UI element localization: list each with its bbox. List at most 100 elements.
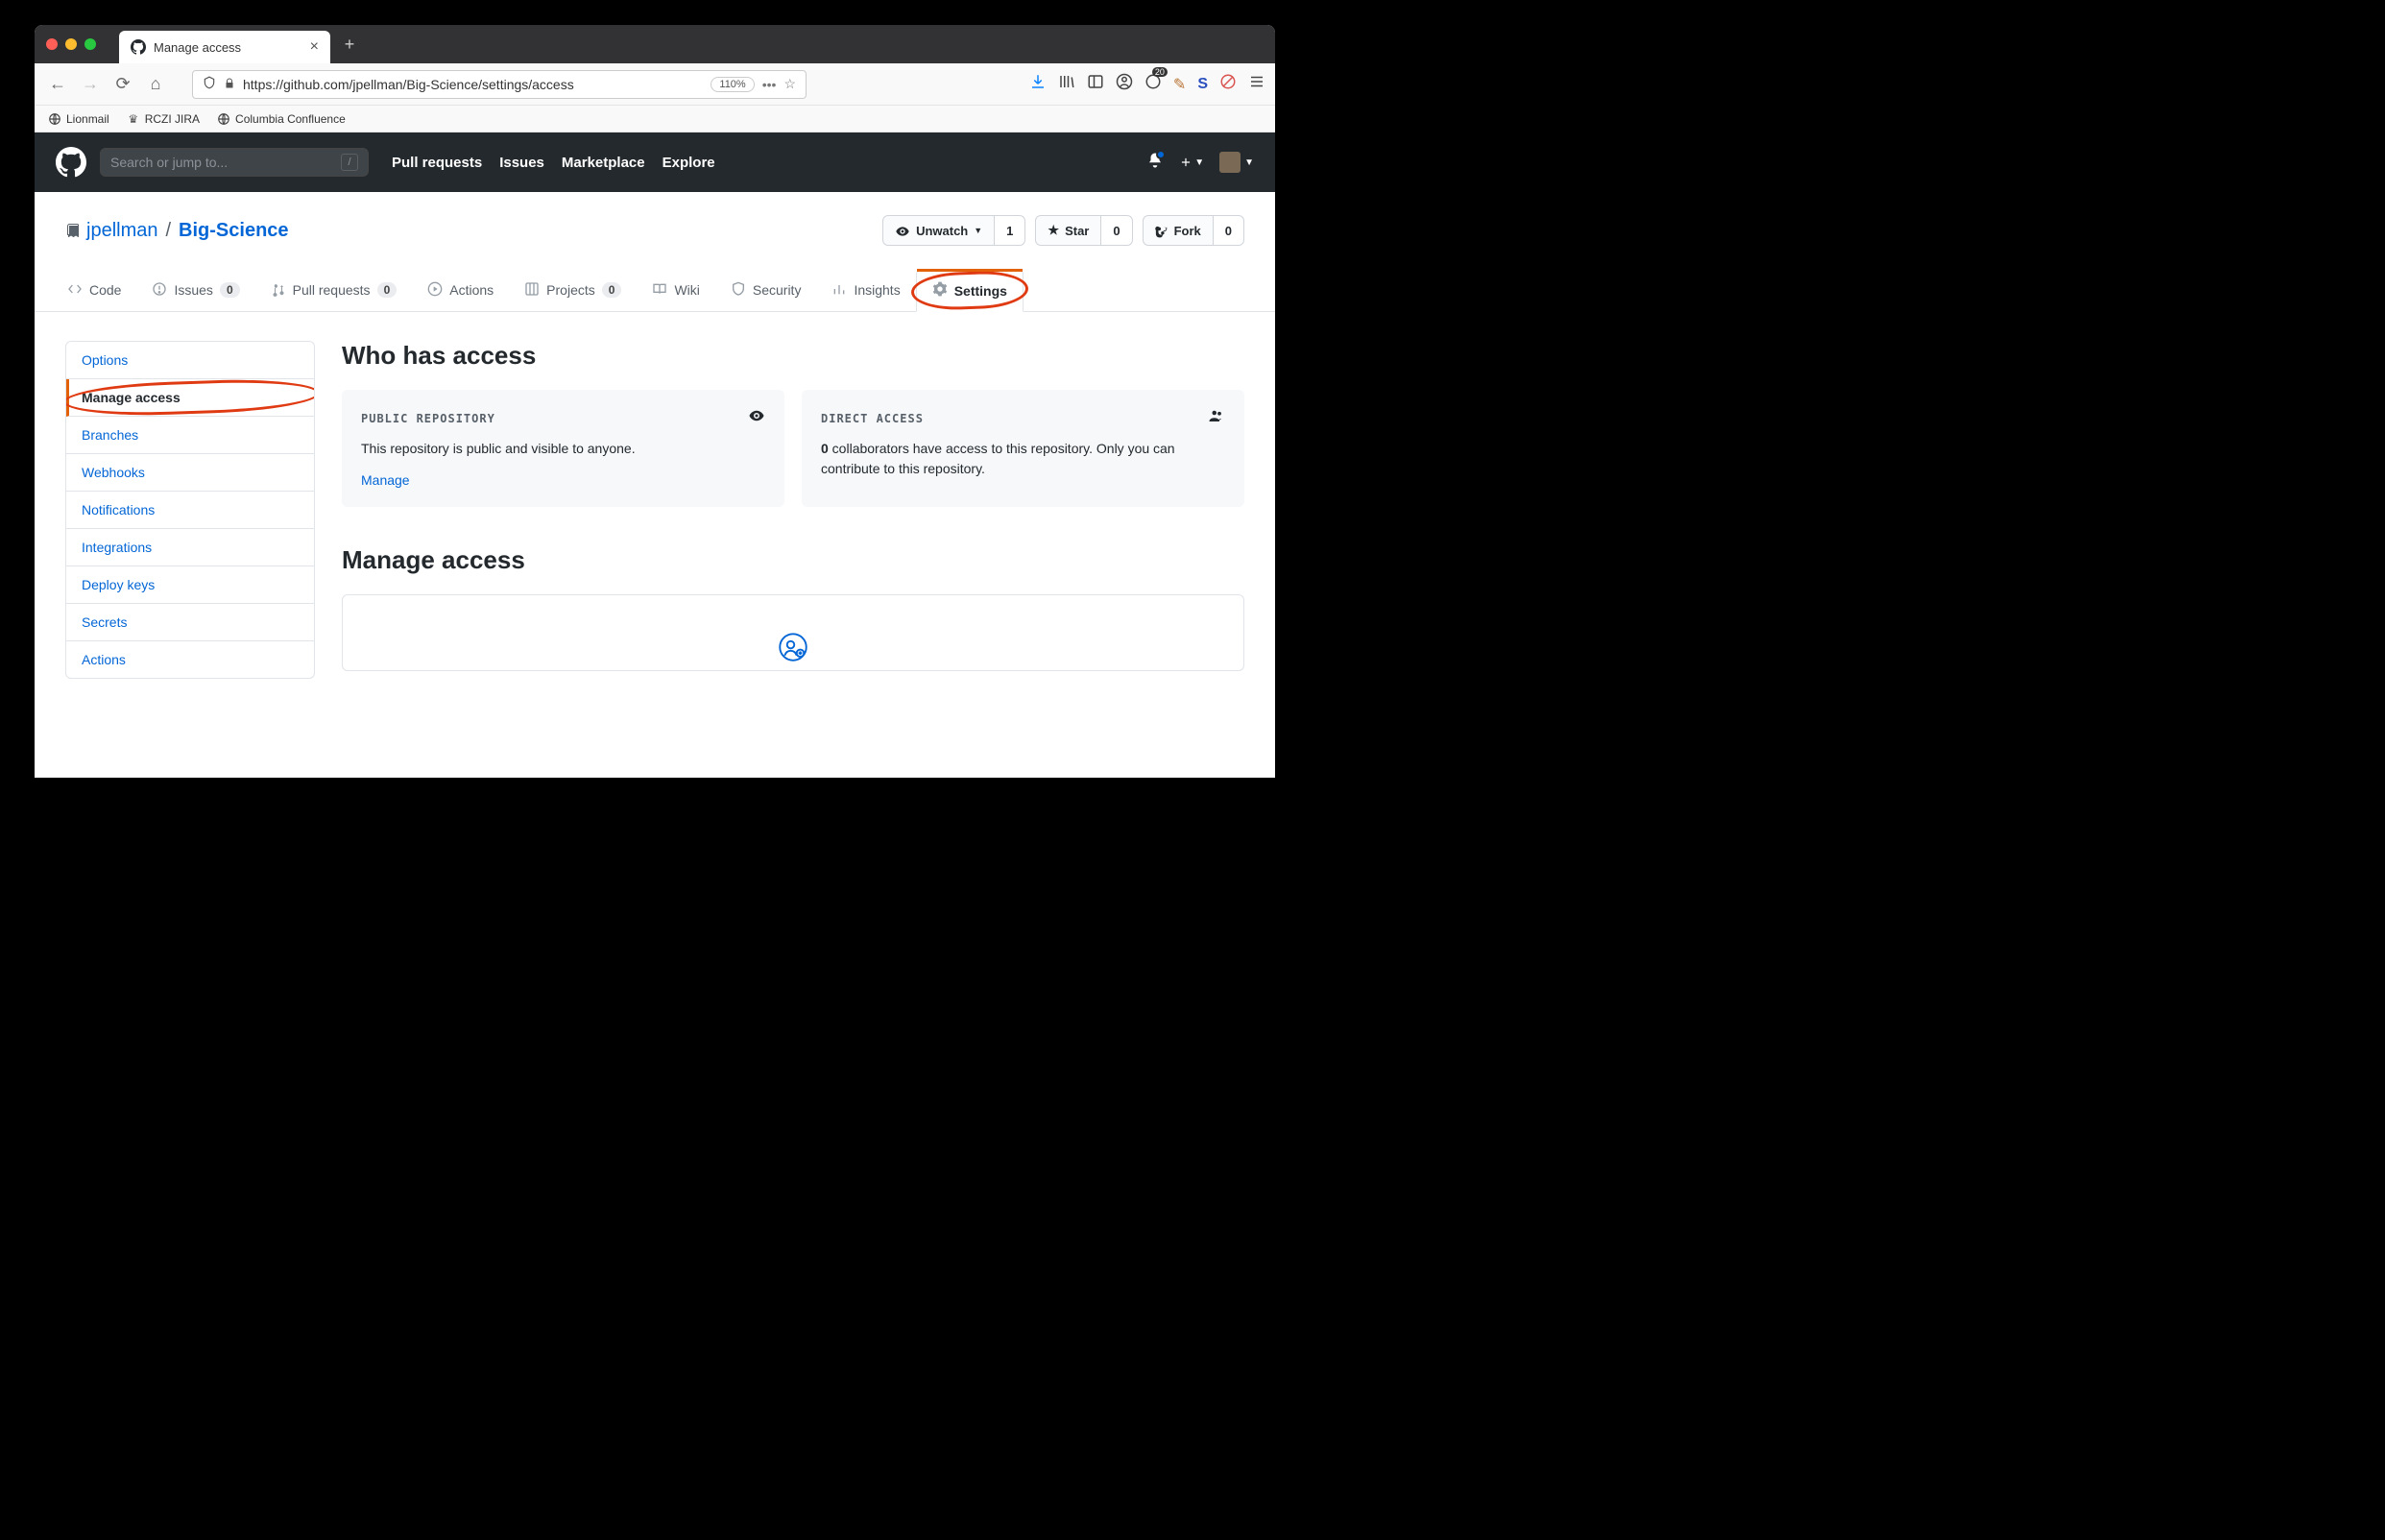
heading-manage-access: Manage access — [342, 545, 1244, 575]
tab-insights[interactable]: Insights — [816, 269, 915, 311]
star-button[interactable]: ★ Star — [1035, 215, 1101, 246]
repo-name-link[interactable]: Big-Science — [179, 220, 288, 242]
unwatch-count[interactable]: 1 — [995, 215, 1025, 246]
direct-access-card: DIRECT ACCESS 0 collaborators have acces… — [802, 390, 1244, 507]
shield-icon — [731, 281, 746, 300]
bookmark-star-icon[interactable]: ☆ — [783, 76, 796, 92]
page-actions-icon[interactable]: ••• — [762, 77, 777, 92]
tab-projects[interactable]: Projects 0 — [509, 269, 637, 311]
library-icon[interactable] — [1058, 73, 1075, 95]
tab-pull-requests[interactable]: Pull requests 0 — [255, 269, 413, 311]
home-button[interactable]: ⌂ — [142, 71, 169, 98]
manage-link[interactable]: Manage — [361, 472, 410, 488]
globe-icon — [48, 112, 61, 126]
back-button[interactable]: ← — [44, 71, 71, 98]
unwatch-group: Unwatch ▼ 1 — [882, 215, 1025, 246]
sidebar-item-manage-access[interactable]: Manage access — [66, 379, 314, 417]
close-tab-icon[interactable]: × — [310, 38, 319, 56]
bookmark-confluence[interactable]: Columbia Confluence — [217, 112, 346, 126]
fork-icon — [1155, 225, 1168, 238]
sidebar-item-notifications[interactable]: Notifications — [66, 492, 314, 529]
reload-button[interactable]: ⟳ — [109, 71, 136, 98]
github-search-input[interactable]: Search or jump to... / — [100, 148, 369, 177]
fork-button[interactable]: Fork — [1143, 215, 1214, 246]
repo-actions: Unwatch ▼ 1 ★ Star 0 Fork 0 — [882, 215, 1244, 246]
fork-count[interactable]: 0 — [1214, 215, 1244, 246]
github-primary-nav: Pull requests Issues Marketplace Explore — [392, 155, 715, 171]
tab-security[interactable]: Security — [715, 269, 817, 311]
nav-issues[interactable]: Issues — [499, 155, 544, 171]
url-bar[interactable]: https://github.com/jpellman/Big-Science/… — [192, 70, 807, 99]
gear-icon — [932, 281, 948, 300]
account-icon[interactable] — [1116, 73, 1133, 95]
sidebar-item-integrations[interactable]: Integrations — [66, 529, 314, 566]
bookmark-rczi-jira[interactable]: ♛ RCZI JIRA — [127, 112, 200, 126]
sidebar-item-actions[interactable]: Actions — [66, 641, 314, 678]
card-title: PUBLIC REPOSITORY — [361, 412, 495, 425]
star-icon: ★ — [1048, 223, 1059, 238]
tab-actions[interactable]: Actions — [412, 269, 509, 311]
unwatch-button[interactable]: Unwatch ▼ — [882, 215, 995, 246]
zoom-badge[interactable]: 110% — [711, 77, 754, 92]
downloads-icon[interactable] — [1029, 73, 1047, 95]
sidebar-item-secrets[interactable]: Secrets — [66, 604, 314, 641]
repo-nav: Code Issues 0 Pull requests 0 Actions — [35, 269, 1275, 312]
new-tab-button[interactable]: + — [334, 29, 365, 60]
issue-icon — [152, 281, 167, 300]
maximize-window-button[interactable] — [84, 38, 96, 50]
crown-icon: ♛ — [127, 112, 140, 126]
lock-icon — [224, 77, 235, 92]
main-content: Options Manage access Branches Webhooks … — [35, 312, 1275, 708]
nav-explore[interactable]: Explore — [662, 155, 715, 171]
card-body: 0 collaborators have access to this repo… — [821, 439, 1225, 479]
book-icon — [652, 281, 667, 300]
sidebar-item-branches[interactable]: Branches — [66, 417, 314, 454]
repo-header: jpellman / Big-Science Unwatch ▼ 1 ★ Sta… — [35, 192, 1275, 246]
pr-icon — [271, 281, 286, 300]
extension-icon-3[interactable]: S — [1197, 76, 1208, 93]
browser-tab-active[interactable]: Manage access × — [119, 31, 330, 63]
github-header-right: ▼ ▼ — [1146, 152, 1254, 174]
notifications-icon[interactable] — [1146, 152, 1164, 174]
nav-pull-requests[interactable]: Pull requests — [392, 155, 482, 171]
settings-sidebar: Options Manage access Branches Webhooks … — [65, 341, 315, 679]
tab-issues[interactable]: Issues 0 — [136, 269, 254, 311]
user-avatar — [1219, 152, 1241, 173]
tab-settings[interactable]: Settings — [916, 269, 1024, 312]
tab-code[interactable]: Code — [52, 269, 136, 311]
github-logo[interactable] — [56, 147, 86, 178]
access-cards: PUBLIC REPOSITORY This repository is pub… — [342, 390, 1244, 507]
forward-button[interactable]: → — [77, 71, 104, 98]
window-controls — [46, 38, 96, 50]
close-window-button[interactable] — [46, 38, 58, 50]
caret-down-icon: ▼ — [974, 226, 982, 235]
menu-icon[interactable] — [1248, 73, 1265, 95]
user-plus-icon — [779, 633, 807, 666]
user-menu[interactable]: ▼ — [1219, 152, 1254, 173]
browser-toolbar: ← → ⟳ ⌂ https://github.com/jpellman/Big-… — [35, 63, 1275, 106]
extension-icon-1[interactable]: 20 — [1144, 73, 1162, 95]
project-icon — [524, 281, 540, 300]
eye-icon — [895, 224, 910, 239]
fork-group: Fork 0 — [1143, 215, 1244, 246]
extension-icon-4[interactable] — [1219, 73, 1237, 95]
sidebar-item-deploy-keys[interactable]: Deploy keys — [66, 566, 314, 604]
sidebar-item-options[interactable]: Options — [66, 342, 314, 379]
sidebar-item-webhooks[interactable]: Webhooks — [66, 454, 314, 492]
nav-marketplace[interactable]: Marketplace — [562, 155, 645, 171]
extension-icon-2[interactable]: ✎ — [1173, 75, 1186, 94]
create-new-dropdown[interactable]: ▼ — [1179, 156, 1204, 169]
card-title: DIRECT ACCESS — [821, 412, 924, 425]
github-header: Search or jump to... / Pull requests Iss… — [35, 132, 1275, 192]
bookmarks-bar: Lionmail ♛ RCZI JIRA Columbia Confluence — [35, 106, 1275, 132]
star-group: ★ Star 0 — [1035, 215, 1132, 246]
star-count[interactable]: 0 — [1101, 215, 1132, 246]
tab-wiki[interactable]: Wiki — [637, 269, 714, 311]
minimize-window-button[interactable] — [65, 38, 77, 50]
card-body: This repository is public and visible to… — [361, 439, 765, 459]
repo-owner-link[interactable]: jpellman — [86, 220, 157, 242]
sidebar-icon[interactable] — [1087, 73, 1104, 95]
graph-icon — [831, 281, 847, 300]
bookmark-lionmail[interactable]: Lionmail — [48, 112, 109, 126]
code-icon — [67, 281, 83, 300]
